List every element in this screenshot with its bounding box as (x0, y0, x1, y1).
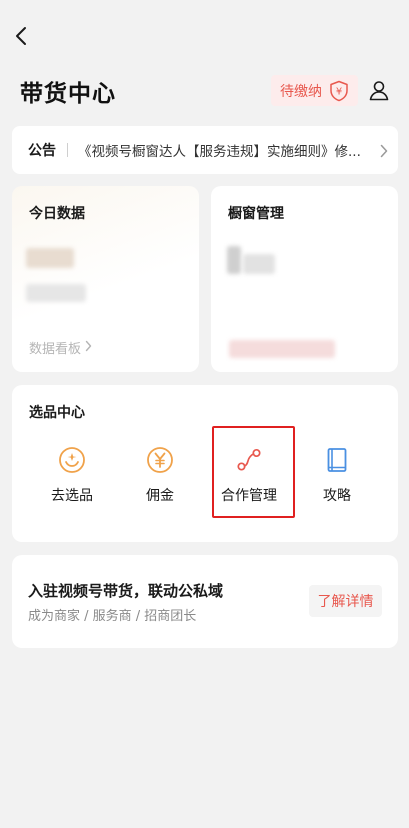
blurred-thumbnail (227, 246, 241, 274)
profile-button[interactable] (367, 78, 391, 102)
showcase-management-title: 橱窗管理 (228, 206, 284, 222)
yen-coin-icon (145, 445, 175, 475)
data-dashboard-label: 数据看板 (29, 342, 82, 357)
shield-yen-icon: ¥ (329, 80, 349, 102)
blurred-value (229, 340, 335, 358)
connection-path-icon (234, 445, 264, 475)
select-products-button[interactable]: 去选品 (32, 445, 112, 505)
today-data-card[interactable]: 今日数据 数据看板 (12, 186, 199, 372)
book-icon (322, 445, 352, 475)
chevron-right-icon (380, 143, 388, 162)
chevron-left-icon (10, 22, 34, 50)
back-button[interactable] (10, 22, 34, 50)
select-products-label: 去选品 (51, 488, 93, 504)
blurred-value (243, 254, 275, 274)
cooperation-management-label: 合作管理 (221, 488, 277, 504)
learn-more-button[interactable]: 了解详情 (309, 585, 382, 617)
user-icon (367, 81, 391, 106)
announcement-tag: 公告 (28, 143, 56, 159)
cooperation-management-button[interactable]: 合作管理 (209, 445, 289, 505)
promo-subtitle: 成为商家 / 服务商 / 招商团长 (28, 609, 197, 624)
selection-center-title: 选品中心 (29, 405, 85, 421)
selection-center-card: 选品中心 去选品 佣金 合作管理 攻略 (12, 385, 398, 542)
page-header: 带货中心 待缴纳 ¥ (0, 72, 409, 112)
pending-payment-label: 待缴纳 (280, 83, 322, 100)
showcase-management-card[interactable]: 橱窗管理 (211, 186, 398, 372)
blurred-value (26, 284, 86, 302)
commission-button[interactable]: 佣金 (120, 445, 200, 505)
announcement-text: 《视频号橱窗达人【服务违规】实施细则》修... (78, 144, 361, 160)
promo-card: 入驻视频号带货，联动公私域 成为商家 / 服务商 / 招商团长 了解详情 (12, 555, 398, 648)
blurred-value (26, 248, 74, 268)
guide-button[interactable]: 攻略 (297, 445, 377, 505)
hand-coin-icon (57, 445, 87, 475)
page-title: 带货中心 (20, 81, 116, 107)
pending-payment-button[interactable]: 待缴纳 ¥ (271, 75, 358, 106)
data-dashboard-link[interactable]: 数据看板 (29, 338, 92, 357)
chevron-right-icon (81, 340, 92, 356)
shield-symbol: ¥ (336, 86, 342, 97)
announcement-bar[interactable]: 公告 《视频号橱窗达人【服务违规】实施细则》修... (12, 126, 398, 174)
today-data-title: 今日数据 (29, 206, 85, 222)
top-bar (0, 0, 409, 72)
guide-label: 攻略 (323, 488, 351, 504)
divider (67, 143, 68, 157)
promo-title: 入驻视频号带货，联动公私域 (28, 582, 224, 600)
commission-label: 佣金 (146, 488, 174, 504)
